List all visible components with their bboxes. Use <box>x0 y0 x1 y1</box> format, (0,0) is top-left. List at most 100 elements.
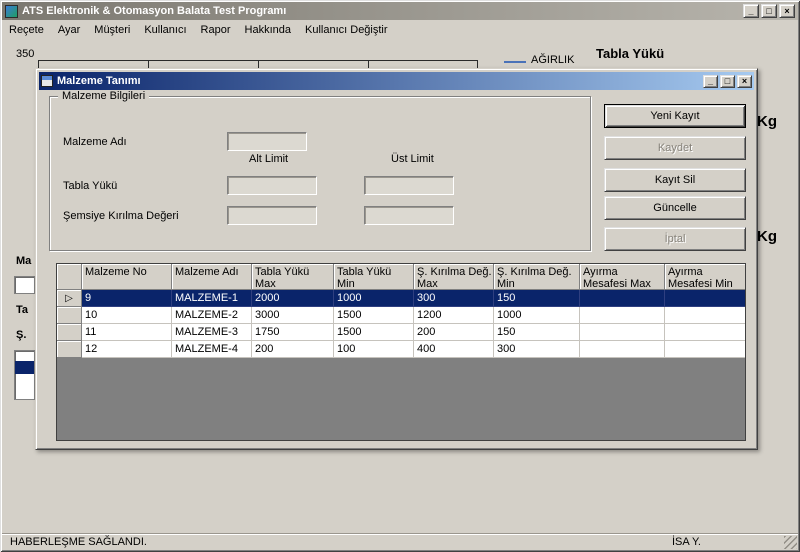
menu-rapor[interactable]: Rapor <box>194 21 238 39</box>
menu-recete[interactable]: Reçete <box>2 21 51 39</box>
grid-cell[interactable]: 400 <box>414 341 494 358</box>
grid-cell[interactable]: MALZEME-1 <box>172 290 252 307</box>
legend-label: AĞIRLIK <box>531 54 574 66</box>
axis-tick <box>368 61 369 68</box>
semsiye-ust-input[interactable] <box>364 206 454 225</box>
axis-tick <box>148 61 149 68</box>
title-bar[interactable]: ATS Elektronik & Otomasyon Balata Test P… <box>2 2 798 20</box>
axis-tick <box>477 61 478 68</box>
dialog-icon <box>41 75 53 87</box>
status-message: HABERLEŞME SAĞLANDI. <box>10 536 147 548</box>
column-header[interactable]: Tabla YüküMax <box>252 264 334 290</box>
grid-cell[interactable]: 11 <box>82 324 172 341</box>
grid-cell[interactable]: 200 <box>414 324 494 341</box>
grid-cell[interactable]: MALZEME-3 <box>172 324 252 341</box>
left-combo-fragment[interactable] <box>14 276 35 294</box>
maximize-button[interactable]: □ <box>761 4 777 18</box>
dialog-maximize-button[interactable]: □ <box>720 75 735 88</box>
column-header[interactable]: Ş. Kırılma Değ.Max <box>414 264 494 290</box>
group-title: Malzeme Bilgileri <box>58 90 149 102</box>
grid-cell[interactable] <box>580 290 665 307</box>
column-header[interactable]: Ş. Kırılma Değ.Min <box>494 264 580 290</box>
menu-kullanici-degistir[interactable]: Kullanıcı Değiştir <box>298 21 395 39</box>
semsiye-kirilma-label: Şemsiye Kırılma Değeri <box>63 210 179 222</box>
left-label-fragment-2: Ta <box>16 304 28 316</box>
grid-cell[interactable] <box>665 324 746 341</box>
column-header[interactable]: Malzeme No <box>82 264 172 290</box>
row-selector[interactable] <box>57 341 82 358</box>
grid-cell[interactable]: 300 <box>494 341 580 358</box>
tabla-yuku-label: Tabla Yükü <box>63 180 117 192</box>
window-title: ATS Elektronik & Otomasyon Balata Test P… <box>22 5 286 17</box>
menu-musteri[interactable]: Müşteri <box>87 21 137 39</box>
axis-tick <box>258 61 259 68</box>
column-header[interactable]: Tabla YüküMin <box>334 264 414 290</box>
menu-hakkinda[interactable]: Hakkında <box>238 21 298 39</box>
semsiye-alt-input[interactable] <box>227 206 317 225</box>
alt-limit-label: Alt Limit <box>249 153 288 165</box>
grid-cell[interactable]: 12 <box>82 341 172 358</box>
column-header[interactable]: AyırmaMesafesi Min <box>665 264 746 290</box>
grid-cell[interactable] <box>580 324 665 341</box>
tabla-yuku-ust-input[interactable] <box>364 176 454 195</box>
grid-cell[interactable]: 200 <box>252 341 334 358</box>
app-icon <box>5 5 18 18</box>
grid-cell[interactable]: 1500 <box>334 324 414 341</box>
grid-cell[interactable]: 2000 <box>252 290 334 307</box>
unit-kg-bottom: Kg <box>757 228 777 245</box>
tabla-yuku-alt-input[interactable] <box>227 176 317 195</box>
table-row[interactable]: ▷9MALZEME-120001000300150 <box>57 290 745 307</box>
grid-cell[interactable] <box>665 307 746 324</box>
legend-line-swatch <box>504 61 526 63</box>
kayit-sil-button[interactable]: Kayıt Sil <box>604 168 746 192</box>
table-row[interactable]: 12MALZEME-4200100400300 <box>57 341 745 358</box>
table-row[interactable]: 11MALZEME-317501500200150 <box>57 324 745 341</box>
grid-header-row: Malzeme NoMalzeme AdıTabla YüküMaxTabla … <box>57 264 745 290</box>
grid-cell[interactable]: 100 <box>334 341 414 358</box>
grid-cell[interactable]: 300 <box>414 290 494 307</box>
grid-cell[interactable]: 150 <box>494 290 580 307</box>
kaydet-button[interactable]: Kaydet <box>604 136 746 160</box>
grid-cell[interactable]: 1000 <box>334 290 414 307</box>
chart-max-tick-label: 350 <box>16 48 34 60</box>
grid-cell[interactable]: 3000 <box>252 307 334 324</box>
resize-grip[interactable] <box>784 536 797 549</box>
grid-cell[interactable]: 1200 <box>414 307 494 324</box>
menu-ayar[interactable]: Ayar <box>51 21 87 39</box>
minimize-button[interactable]: _ <box>743 4 759 18</box>
column-header[interactable]: AyırmaMesafesi Max <box>580 264 665 290</box>
dialog-close-button[interactable]: × <box>737 75 752 88</box>
grid-cell[interactable]: MALZEME-4 <box>172 341 252 358</box>
left-grid-selected-row-fragment <box>15 361 34 374</box>
unit-kg-top: Kg <box>757 113 777 130</box>
data-grid: Malzeme NoMalzeme AdıTabla YüküMaxTabla … <box>56 263 746 441</box>
row-selector[interactable]: ▷ <box>57 290 82 307</box>
close-button[interactable]: × <box>779 4 795 18</box>
iptal-button[interactable]: İptal <box>604 227 746 251</box>
grid-cell[interactable]: 10 <box>82 307 172 324</box>
yeni-kayit-button[interactable]: Yeni Kayıt <box>604 104 746 128</box>
grid-cell[interactable]: 1500 <box>334 307 414 324</box>
grid-cell[interactable]: 9 <box>82 290 172 307</box>
column-header[interactable]: Malzeme Adı <box>172 264 252 290</box>
grid-cell[interactable]: 1750 <box>252 324 334 341</box>
grid-cell[interactable]: 1000 <box>494 307 580 324</box>
grid-cell[interactable]: 150 <box>494 324 580 341</box>
malzeme-tanimi-dialog: Malzeme Tanımı _ □ × Malzeme Bilgileri M… <box>35 68 758 450</box>
grid-cell[interactable] <box>665 290 746 307</box>
right-panel-title: Tabla Yükü <box>596 46 664 61</box>
row-selector[interactable] <box>57 307 82 324</box>
grid-cell[interactable] <box>665 341 746 358</box>
left-grid-fragment <box>14 350 35 400</box>
left-label-fragment-3: Ş. <box>16 329 26 341</box>
grid-cell[interactable] <box>580 341 665 358</box>
guncelle-button[interactable]: Güncelle <box>604 196 746 220</box>
grid-cell[interactable] <box>580 307 665 324</box>
table-row[interactable]: 10MALZEME-23000150012001000 <box>57 307 745 324</box>
malzeme-adi-input[interactable] <box>227 132 307 151</box>
row-selector[interactable] <box>57 324 82 341</box>
dialog-minimize-button[interactable]: _ <box>703 75 718 88</box>
grid-cell[interactable]: MALZEME-2 <box>172 307 252 324</box>
dialog-titlebar[interactable]: Malzeme Tanımı _ □ × <box>39 72 754 90</box>
menu-kullanici[interactable]: Kullanıcı <box>137 21 193 39</box>
